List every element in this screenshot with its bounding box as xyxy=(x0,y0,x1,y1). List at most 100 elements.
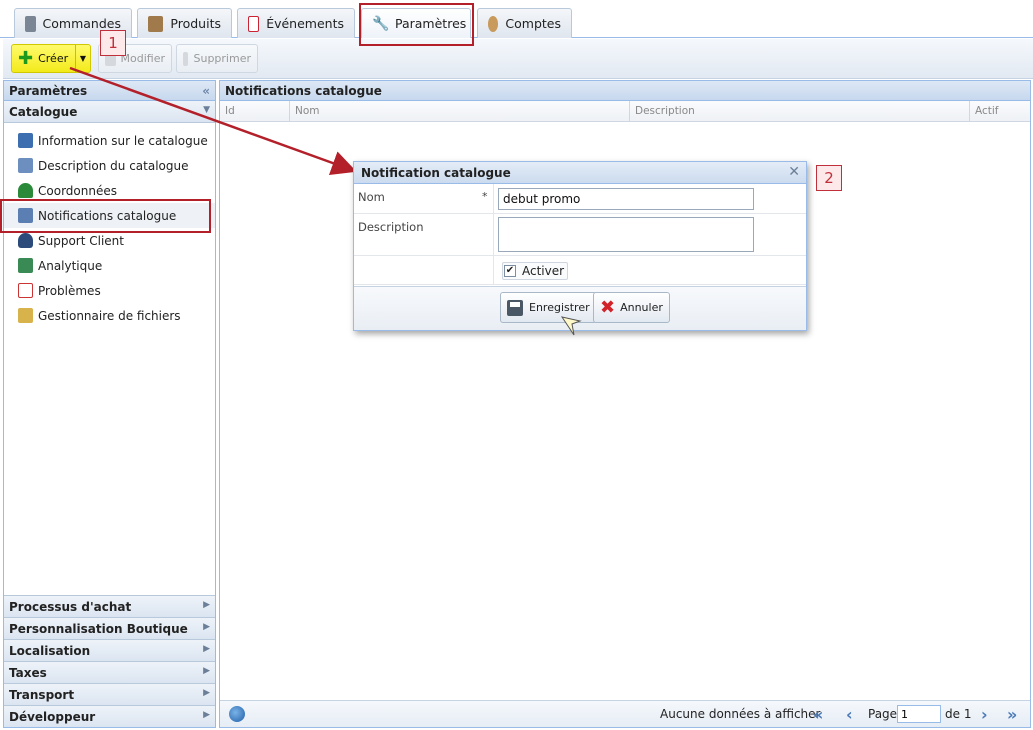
nav-item-label: Support Client xyxy=(38,233,124,248)
section-label: Personnalisation Boutique xyxy=(9,622,188,636)
collapse-panel-icon[interactable]: « xyxy=(202,84,210,98)
cancel-x-icon: ✖ xyxy=(600,296,616,318)
section-header-purchase[interactable]: Processus d'achat ▶ xyxy=(4,595,215,617)
step-marker-1: 1 xyxy=(100,30,126,56)
create-label: Créer xyxy=(38,52,69,65)
close-icon[interactable]: ✕ xyxy=(788,164,800,180)
section-header-catalogue[interactable]: Catalogue ▼ xyxy=(4,101,215,123)
nav-item-catalog-description[interactable]: Description du catalogue xyxy=(4,153,215,178)
collapsed-sections: Processus d'achat ▶ Personnalisation Bou… xyxy=(4,595,215,727)
grid-column-headers: Id Nom Description Actif xyxy=(220,101,1030,122)
section-label: Processus d'achat xyxy=(9,600,132,614)
section-header-transport[interactable]: Transport ▶ xyxy=(4,683,215,705)
refresh-icon[interactable] xyxy=(229,706,245,722)
nav-panel-header: Paramètres « xyxy=(4,81,215,101)
chevron-right-icon: ▶ xyxy=(203,710,210,720)
tab-label: Comptes xyxy=(505,16,561,31)
section-label: Transport xyxy=(9,688,75,702)
name-label: Nom xyxy=(358,190,385,204)
highlight-notifications-item xyxy=(0,199,211,233)
section-header-developer[interactable]: Développeur ▶ xyxy=(4,705,215,727)
cancel-label: Annuler xyxy=(620,301,663,314)
plus-icon: ✚ xyxy=(18,47,34,69)
nav-item-file-manager[interactable]: Gestionnaire de fichiers xyxy=(4,303,215,328)
column-header-id[interactable]: Id xyxy=(220,101,290,121)
pagination-bar: Aucune données à afficher « ‹ Page de 1 … xyxy=(220,700,1030,727)
required-marker: * xyxy=(482,190,488,203)
last-page-icon[interactable]: » xyxy=(1007,705,1017,724)
column-header-name[interactable]: Nom xyxy=(290,101,630,121)
box-icon xyxy=(148,15,164,32)
cancel-button[interactable]: ✖ Annuler xyxy=(593,292,670,323)
description-row: Description xyxy=(354,214,806,256)
description-field[interactable] xyxy=(498,217,754,252)
tab-produits[interactable]: Produits xyxy=(137,8,232,38)
users-icon xyxy=(488,15,499,32)
nav-item-label: Information sur le catalogue xyxy=(38,133,208,148)
notification-dialog: Notification catalogue ✕ Nom * Descripti… xyxy=(353,161,807,331)
step-marker-2: 2 xyxy=(816,165,842,191)
check-icon: ✔ xyxy=(504,265,516,277)
activate-checkbox[interactable]: ✔ Activer xyxy=(502,262,569,280)
tab-evenements[interactable]: Événements xyxy=(237,8,355,38)
nav-item-analytics[interactable]: Analytique xyxy=(4,253,215,278)
first-page-icon[interactable]: « xyxy=(813,705,823,724)
create-dropdown-arrow[interactable]: ▼ xyxy=(75,45,90,72)
modify-label: Modifier xyxy=(120,52,165,65)
support-user-icon xyxy=(18,233,33,248)
create-button[interactable]: ✚ Créer ▼ xyxy=(11,44,91,73)
next-page-icon[interactable]: › xyxy=(981,705,988,724)
save-label: Enregistrer xyxy=(529,301,590,314)
calendar-icon xyxy=(248,15,260,32)
nav-item-label: Gestionnaire de fichiers xyxy=(38,308,181,323)
nav-item-problems[interactable]: Problèmes xyxy=(4,278,215,303)
nav-item-label: Analytique xyxy=(38,258,103,273)
tab-label: Événements xyxy=(266,16,344,31)
name-row: Nom * xyxy=(354,184,806,214)
delete-label: Supprimer xyxy=(193,52,251,65)
trash-icon xyxy=(183,51,189,66)
row-divider xyxy=(493,256,494,284)
section-header-customization[interactable]: Personnalisation Boutique ▶ xyxy=(4,617,215,639)
main-tab-bar: Commandes Produits Événements 🔧 Paramètr… xyxy=(0,0,1033,38)
delete-button[interactable]: Supprimer xyxy=(176,44,258,73)
column-header-description[interactable]: Description xyxy=(630,101,970,121)
catalog-edit-icon xyxy=(18,158,33,173)
section-header-localization[interactable]: Localisation ▶ xyxy=(4,639,215,661)
activate-label: Activer xyxy=(522,264,565,278)
column-header-active[interactable]: Actif xyxy=(970,101,1030,121)
page-of-label: de 1 xyxy=(945,707,972,721)
nav-item-label: Coordonnées xyxy=(38,183,117,198)
nav-panel-title: Paramètres xyxy=(9,84,88,98)
description-label: Description xyxy=(358,220,424,234)
chevron-right-icon: ▶ xyxy=(203,622,210,632)
grid-title: Notifications catalogue xyxy=(225,84,382,98)
tab-label: Commandes xyxy=(42,16,121,31)
no-data-message: Aucune données à afficher xyxy=(660,707,821,721)
section-label: Catalogue xyxy=(9,105,78,119)
printer-icon xyxy=(25,15,36,32)
page-label: Page xyxy=(868,707,898,721)
chevron-down-icon: ▼ xyxy=(203,105,210,115)
floppy-disk-icon xyxy=(507,299,523,316)
tab-label: Produits xyxy=(170,16,221,31)
settings-nav-panel: Paramètres « Catalogue ▼ Information sur… xyxy=(3,80,216,728)
name-field[interactable] xyxy=(498,188,754,210)
dialog-title: Notification catalogue xyxy=(361,166,511,180)
page-number-input[interactable] xyxy=(897,705,941,723)
activate-row: ✔ Activer xyxy=(354,256,806,285)
file-manager-icon xyxy=(18,308,33,323)
nav-item-catalog-info[interactable]: Information sur le catalogue xyxy=(4,128,215,153)
nav-item-label: Description du catalogue xyxy=(38,158,189,173)
section-label: Taxes xyxy=(9,666,47,680)
toolbar: ✚ Créer ▼ Modifier Supprimer xyxy=(3,39,1033,79)
tab-comptes[interactable]: Comptes xyxy=(477,8,572,38)
signpost-icon xyxy=(18,183,33,198)
prev-page-icon[interactable]: ‹ xyxy=(846,705,853,724)
chevron-right-icon: ▶ xyxy=(203,666,210,676)
highlight-parametres-tab xyxy=(359,3,474,46)
section-header-taxes[interactable]: Taxes ▶ xyxy=(4,661,215,683)
chevron-right-icon: ▶ xyxy=(203,600,210,610)
section-label: Localisation xyxy=(9,644,91,658)
catalog-info-icon xyxy=(18,133,33,148)
